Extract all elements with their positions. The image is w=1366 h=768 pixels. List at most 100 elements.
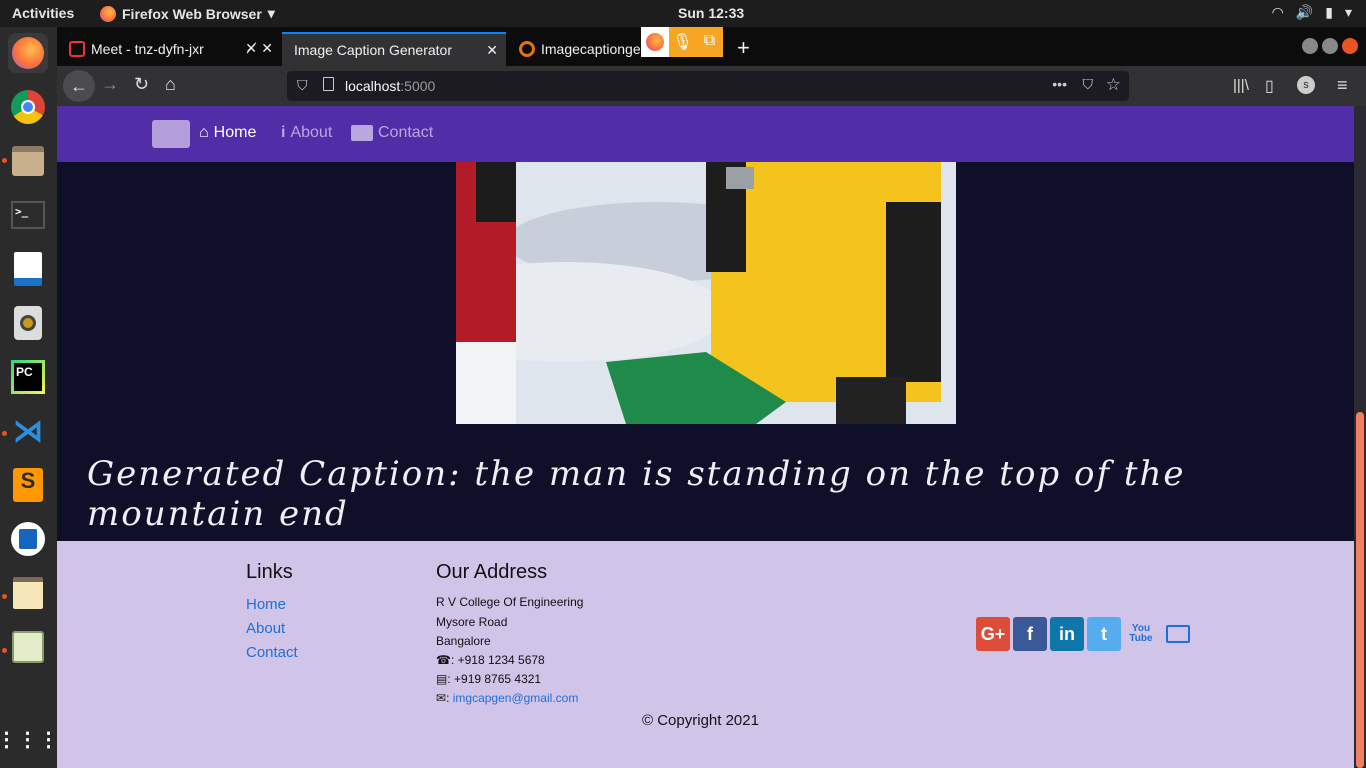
address-line: R V College Of Engineering (436, 595, 584, 609)
footer-link-about[interactable]: About (246, 620, 285, 637)
footer-link-contact[interactable]: Contact (246, 644, 298, 661)
chrome-dock-icon[interactable] (8, 87, 48, 127)
menu-icon[interactable]: ≡ (1337, 75, 1348, 96)
tab-image-caption-generator[interactable]: Image Caption Generator ✕ (282, 32, 506, 66)
colab-icon (519, 41, 535, 57)
youtube-icon[interactable]: You Tube (1124, 617, 1158, 651)
terminal-dock-icon[interactable]: >_ (8, 195, 48, 235)
firefox-window: Meet - tnz-dyfn-jxr ✕̸ ✕ Image Caption G… (57, 27, 1366, 768)
twitter-icon[interactable]: t (1087, 617, 1121, 651)
nav-contact-label: Contact (378, 124, 434, 141)
linkedin-icon[interactable]: in (1050, 617, 1084, 651)
scrollbar-thumb[interactable] (1356, 412, 1364, 768)
address-heading: Our Address (436, 561, 548, 583)
bookmark-star-icon[interactable]: ☆ (1106, 75, 1121, 95)
phone-number: : +918 1234 5678 (450, 653, 545, 667)
url-port: :5000 (400, 78, 436, 94)
home-button[interactable]: ⌂ (165, 74, 176, 95)
close-icon[interactable]: ✕ (486, 42, 498, 59)
speaker-dock-icon[interactable] (8, 303, 48, 343)
pycharm-dock-icon[interactable]: PC (8, 357, 48, 397)
navigation-toolbar: ← → ↻ ⌂ ⛉ localhost:5000 ••• ⛉ ☆ |||\ ▯ … (57, 66, 1366, 106)
firefox-icon (100, 5, 116, 22)
links-heading: Links (246, 561, 293, 583)
clock[interactable]: Sun 12:33 (678, 5, 744, 21)
battery-icon: ▮ (1325, 4, 1333, 20)
tab-imagecaptionge[interactable]: Imagecaptionge (507, 32, 647, 66)
fax-number: : +919 8765 4321 (447, 672, 542, 686)
close-window-icon[interactable] (1342, 38, 1358, 54)
close-icon[interactable]: ✕ (261, 40, 273, 57)
wifi-icon: ◠ (1271, 4, 1284, 20)
web-page: ⌂ Home i About Contact Generated Caption… (57, 106, 1354, 768)
writer-dock-icon[interactable] (8, 249, 48, 289)
url-bar[interactable]: ⛉ localhost:5000 ••• ⛉ ☆ (287, 71, 1129, 101)
microphone-icon[interactable]: 🎙 (669, 27, 696, 57)
text-editor-dock-icon[interactable] (8, 573, 48, 613)
firefox-dock-icon[interactable] (8, 33, 48, 73)
tab-meet[interactable]: Meet - tnz-dyfn-jxr ✕̸ ✕ (57, 32, 281, 66)
address-line: Mysore Road (436, 615, 508, 629)
running-indicator (2, 594, 7, 599)
address-card-icon (351, 125, 373, 141)
account-icon[interactable]: s (1297, 76, 1315, 94)
new-tab-button[interactable]: + (737, 35, 750, 61)
library-icon[interactable]: |||\ (1233, 77, 1249, 94)
app-menu[interactable]: Firefox Web Browser ▾ (100, 5, 275, 22)
tab-title: Imagecaptionge (541, 41, 641, 57)
url-text: localhost:5000 (345, 78, 435, 94)
meet-icon (69, 41, 85, 57)
files-dock-icon[interactable] (8, 141, 48, 181)
copyright: © Copyright 2021 (642, 712, 759, 729)
mute-icon[interactable]: ✕̸ (245, 40, 257, 57)
image-viewer-dock-icon[interactable] (8, 627, 48, 667)
running-indicator (2, 431, 7, 436)
nav-home[interactable]: ⌂ Home (199, 124, 256, 142)
reload-button[interactable]: ↻ (134, 74, 149, 95)
page-scrollbar[interactable] (1354, 106, 1366, 768)
email-link[interactable]: imgcapgen@gmail.com (453, 691, 579, 705)
minimize-icon[interactable] (1302, 38, 1318, 54)
back-button[interactable]: ← (63, 70, 95, 102)
tab-title: Meet - tnz-dyfn-jxr (91, 41, 204, 57)
site-logo[interactable] (152, 120, 190, 148)
url-host: localhost (345, 78, 401, 94)
show-applications-icon[interactable]: ⋮⋮⋮ (0, 719, 59, 759)
uploaded-photo (456, 162, 956, 424)
nav-about[interactable]: i About (281, 124, 332, 142)
system-tray[interactable]: ◠ 🔊 ▮ ▾ (1272, 4, 1352, 21)
tab-strip: Meet - tnz-dyfn-jxr ✕̸ ✕ Image Caption G… (57, 27, 1366, 66)
maximize-icon[interactable] (1322, 38, 1338, 54)
generated-caption: Generated Caption: the man is standing o… (87, 454, 1186, 534)
caption-section: Generated Caption: the man is standing o… (57, 162, 1354, 541)
more-actions-icon[interactable]: ••• (1052, 76, 1067, 92)
vscode-dock-icon[interactable]: ⋊ (8, 411, 48, 451)
email-prefix: : (446, 691, 450, 705)
footer: Links Home About Contact Our Address R V… (57, 541, 1354, 768)
home-icon: ⌂ (199, 124, 209, 141)
firefox-icon (641, 27, 669, 57)
screen-share-icon[interactable]: ⧉ (696, 27, 723, 57)
store-dock-icon[interactable] (8, 519, 48, 559)
facebook-icon[interactable]: f (1013, 617, 1047, 651)
forward-button[interactable]: → (101, 74, 119, 95)
nav-contact[interactable]: Contact (351, 124, 433, 142)
page-icon (323, 77, 334, 91)
footer-link-home[interactable]: Home (246, 596, 286, 613)
pocket-icon[interactable]: ⛉ (1083, 76, 1094, 93)
running-indicator (2, 648, 7, 653)
window-controls[interactable] (1302, 38, 1358, 54)
info-icon: i (281, 124, 286, 141)
mail-icon[interactable]: mail (1161, 617, 1195, 651)
sublime-dock-icon[interactable]: S (8, 465, 48, 505)
site-navbar: ⌂ Home i About Contact (57, 106, 1354, 162)
email-row: ✉: imgcapgen@gmail.com (436, 691, 578, 705)
google-plus-icon[interactable]: G+ (976, 617, 1010, 651)
volume-icon: 🔊 (1295, 4, 1314, 20)
shield-icon[interactable]: ⛉ (297, 77, 308, 94)
chevron-down-icon: ▾ (1344, 4, 1352, 20)
sharing-indicator[interactable]: 🎙 ⧉ (641, 27, 723, 57)
system-top-bar: Activities Firefox Web Browser ▾ Sun 12:… (0, 0, 1366, 27)
activities-button[interactable]: Activities (12, 5, 74, 21)
sidebar-icon[interactable]: ▯ (1265, 76, 1274, 96)
